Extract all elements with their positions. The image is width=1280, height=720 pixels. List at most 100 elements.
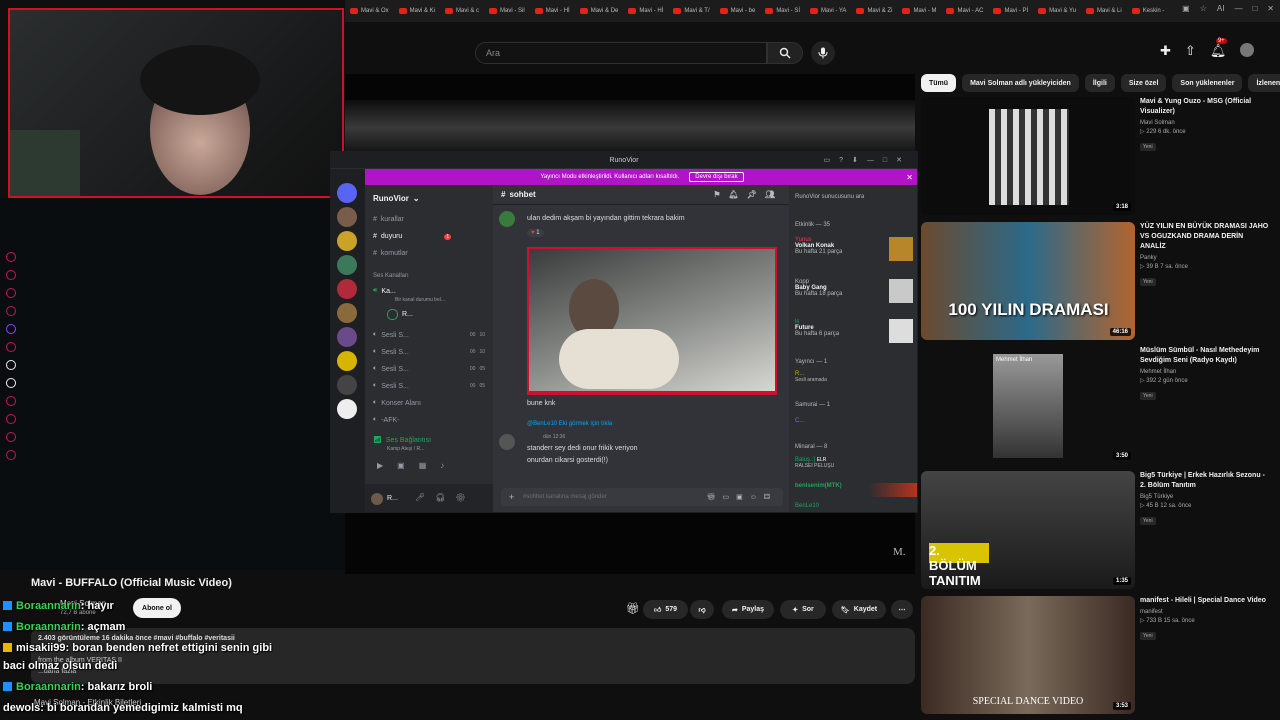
voice-user[interactable]: R... xyxy=(387,309,413,320)
save-button[interactable]: 🔖︎ Kaydet xyxy=(832,600,886,619)
voice-channel[interactable]: 🔈︎ -AFK- xyxy=(373,416,399,424)
voice-channel-active[interactable]: 🔊︎ Ka... xyxy=(373,287,396,295)
search-input[interactable]: Ara xyxy=(475,42,767,64)
thumbnail[interactable]: SPECIAL DANCE VIDEO 3:53 xyxy=(921,596,1135,714)
server-icon[interactable] xyxy=(337,399,357,419)
chip-watched[interactable]: İzlenen xyxy=(1248,74,1280,92)
share-button[interactable]: ➦ Paylaş xyxy=(722,600,774,619)
voice-channel[interactable]: 🔈︎ Sesli S... 00 05 xyxy=(373,382,485,390)
voice-category[interactable]: Ses Kanalları xyxy=(373,273,409,279)
like-button[interactable]: 👍︎ 579 xyxy=(643,600,688,619)
recommendation-channel[interactable]: Big5 Türkiye xyxy=(1140,494,1270,500)
upload-icon[interactable]: ⇧ xyxy=(1185,43,1196,59)
avatar[interactable] xyxy=(499,211,515,227)
server-icon[interactable] xyxy=(337,183,357,203)
channel-item[interactable]: # komutlar xyxy=(373,250,408,257)
browser-tab[interactable]: Mavi & Zi xyxy=(851,2,897,20)
ask-button[interactable]: ✦ Sor xyxy=(780,600,826,619)
recommendation-item[interactable]: 3:18 Mavi & Yung Ouzo - MSG (Official Vi… xyxy=(921,97,1276,215)
browser-tab[interactable]: Mavi & Ox xyxy=(345,2,394,20)
mute-deafen-settings-icons[interactable]: 🎤︎🎧︎⚙︎ xyxy=(415,493,475,502)
reaction[interactable]: ♥ 1 xyxy=(527,229,544,237)
voice-channel[interactable]: 🔈︎ Sesli S... 00 10 xyxy=(373,331,485,339)
voice-search-button[interactable] xyxy=(811,41,835,65)
maximize-icon[interactable]: □ xyxy=(1252,4,1257,13)
thumbnail[interactable]: 2. BÖLÜM TANITIM 1:35 xyxy=(921,471,1135,589)
message-input[interactable]: + #sohbet kanalına mesaj gönder 🎁︎▭▣☺︎⚃ xyxy=(501,488,783,506)
recommendation-title[interactable]: Big5 Türkiye | Erkek Hazırlık Sezonu - 2… xyxy=(1140,471,1270,491)
search-button[interactable] xyxy=(767,42,803,64)
browser-tab[interactable]: Mavi - Hİ xyxy=(623,2,668,20)
server-icon[interactable] xyxy=(337,351,357,371)
browser-tab[interactable]: Mavi - YA xyxy=(805,2,851,20)
avatar[interactable] xyxy=(1240,43,1255,57)
browser-tab[interactable]: Mavi & Li xyxy=(1081,2,1127,20)
bookmark-icon[interactable]: ☆ xyxy=(1200,4,1207,13)
window-controls[interactable]: ▭?⬇—□✕ xyxy=(824,156,911,164)
thumbnail[interactable]: 3:18 xyxy=(921,97,1135,215)
header-tool-icons[interactable]: ⚑🔔︎📌︎👥︎ xyxy=(713,190,783,199)
channel-item[interactable]: # duyuru 1 xyxy=(373,233,452,240)
thumbnail[interactable]: 100 YILIN DRAMASI 46:16 xyxy=(921,222,1135,340)
description-box[interactable]: 2.403 görüntüleme 16 dakika önce #mavi #… xyxy=(31,628,915,684)
activity-card[interactable]: ls Future Bu hafta 6 parça xyxy=(795,319,913,345)
recommendation-title[interactable]: manifest - Hileli | Special Dance Video xyxy=(1140,596,1270,606)
discord-window[interactable]: RunoVior ▭?⬇—□✕ Yayıncı Modu etkinleştir… xyxy=(330,151,918,513)
browser-tab[interactable]: Mavi - Hİ xyxy=(530,2,575,20)
server-search[interactable]: RunoVior sunucusunu ara xyxy=(795,194,864,200)
member-item[interactable]: Baluş.:] ELR RALSEI PELUŞU xyxy=(795,457,834,469)
more-actions-button[interactable]: ⋯ xyxy=(891,600,913,619)
server-icon[interactable] xyxy=(337,231,357,251)
browser-tab[interactable]: Mavi - M xyxy=(897,2,941,20)
recommendation-item[interactable]: Mehmet İlhan 3:50 Müslüm Sümbül - Nasıl … xyxy=(921,346,1276,464)
recommendation-channel[interactable]: Panky xyxy=(1140,255,1270,261)
chip-recent[interactable]: Son yüklenenler xyxy=(1172,74,1243,92)
recommendation-item[interactable]: 100 YILIN DRAMASI 46:16 YÜZ YILIN EN BÜY… xyxy=(921,222,1276,340)
minimize-icon[interactable]: — xyxy=(1234,4,1242,13)
channel-item[interactable]: # kurallar xyxy=(373,216,404,223)
recommendation-channel[interactable]: Mavi Solman xyxy=(1140,120,1270,126)
thumbnail[interactable]: Mehmet İlhan 3:50 xyxy=(921,346,1135,464)
subscribe-button[interactable]: Abone ol xyxy=(133,598,181,618)
input-tool-icons[interactable]: 🎁︎▭▣☺︎⚃ xyxy=(707,493,777,501)
browser-tab[interactable]: Mavi & c xyxy=(440,2,484,20)
voice-channel[interactable]: 🔈︎ Sesli S... 00 10 xyxy=(373,348,485,356)
browser-tab[interactable]: Mavi & T/ xyxy=(668,2,714,20)
create-icon[interactable]: ✚ xyxy=(1160,43,1171,59)
browser-tab[interactable]: Mavi - AC xyxy=(941,2,988,20)
camera-icon[interactable]: ▶ xyxy=(377,461,383,470)
server-name[interactable]: RunoVior ⌄ xyxy=(373,194,420,203)
recommendation-channel[interactable]: manifest xyxy=(1140,609,1270,615)
chip-all[interactable]: Tümü xyxy=(921,74,957,92)
member-item[interactable]: R... Sesli aramada xyxy=(795,371,827,383)
extension-icon[interactable]: ▣ xyxy=(1182,4,1190,13)
recommendation-title[interactable]: Müslüm Sümbül - Nasıl Methedeyim Sevdiği… xyxy=(1140,346,1270,366)
server-icon[interactable] xyxy=(337,255,357,275)
close-icon[interactable]: ✕ xyxy=(1267,4,1274,13)
soundboard-icon[interactable]: ♪ xyxy=(440,461,444,470)
browser-tab[interactable]: Keskin - xyxy=(1127,2,1170,20)
avatar[interactable] xyxy=(371,493,383,505)
dislike-button[interactable]: 👎︎ xyxy=(690,600,714,619)
recommendation-item[interactable]: 2. BÖLÜM TANITIM 1:35 Big5 Türkiye | Erk… xyxy=(921,471,1276,589)
recommendation-title[interactable]: YÜZ YILIN EN BÜYÜK DRAMASI JAHO VS OGUZK… xyxy=(1140,222,1270,252)
server-icon[interactable] xyxy=(337,327,357,347)
screen-share-icon[interactable]: ▣ xyxy=(397,461,405,470)
chip-uploader[interactable]: Mavi Solman adlı yükleyiciden xyxy=(962,74,1079,92)
browser-tab[interactable]: Mavi - Pİ xyxy=(988,2,1033,20)
activity-card[interactable]: Yunus Volkan Konak Bu hafta 21 parça xyxy=(795,237,913,263)
avatar[interactable] xyxy=(499,434,515,450)
add-icon[interactable]: + xyxy=(509,492,514,502)
ai-label[interactable]: AI xyxy=(1217,4,1225,13)
notifications-icon[interactable]: 🔔︎ 9+ xyxy=(1210,38,1227,59)
recommendation-title[interactable]: Mavi & Yung Ouzo - MSG (Official Visuali… xyxy=(1140,97,1270,117)
browser-tab[interactable]: Mavi - Sil xyxy=(484,2,530,20)
member-item[interactable]: benlsenim(MTK) xyxy=(795,483,917,497)
voice-channel[interactable]: 🔈︎ Sesli S... 00 05 xyxy=(373,365,485,373)
activities-icon[interactable]: ▦ xyxy=(419,461,427,470)
member-item[interactable]: BenLe10 xyxy=(795,503,819,509)
activity-card[interactable]: Kopp Baby Gang Bu hafta 18 parça xyxy=(795,279,913,305)
server-icon[interactable] xyxy=(337,375,357,395)
chip-related[interactable]: İlgili xyxy=(1084,74,1115,92)
member-item[interactable]: C... xyxy=(795,418,804,424)
